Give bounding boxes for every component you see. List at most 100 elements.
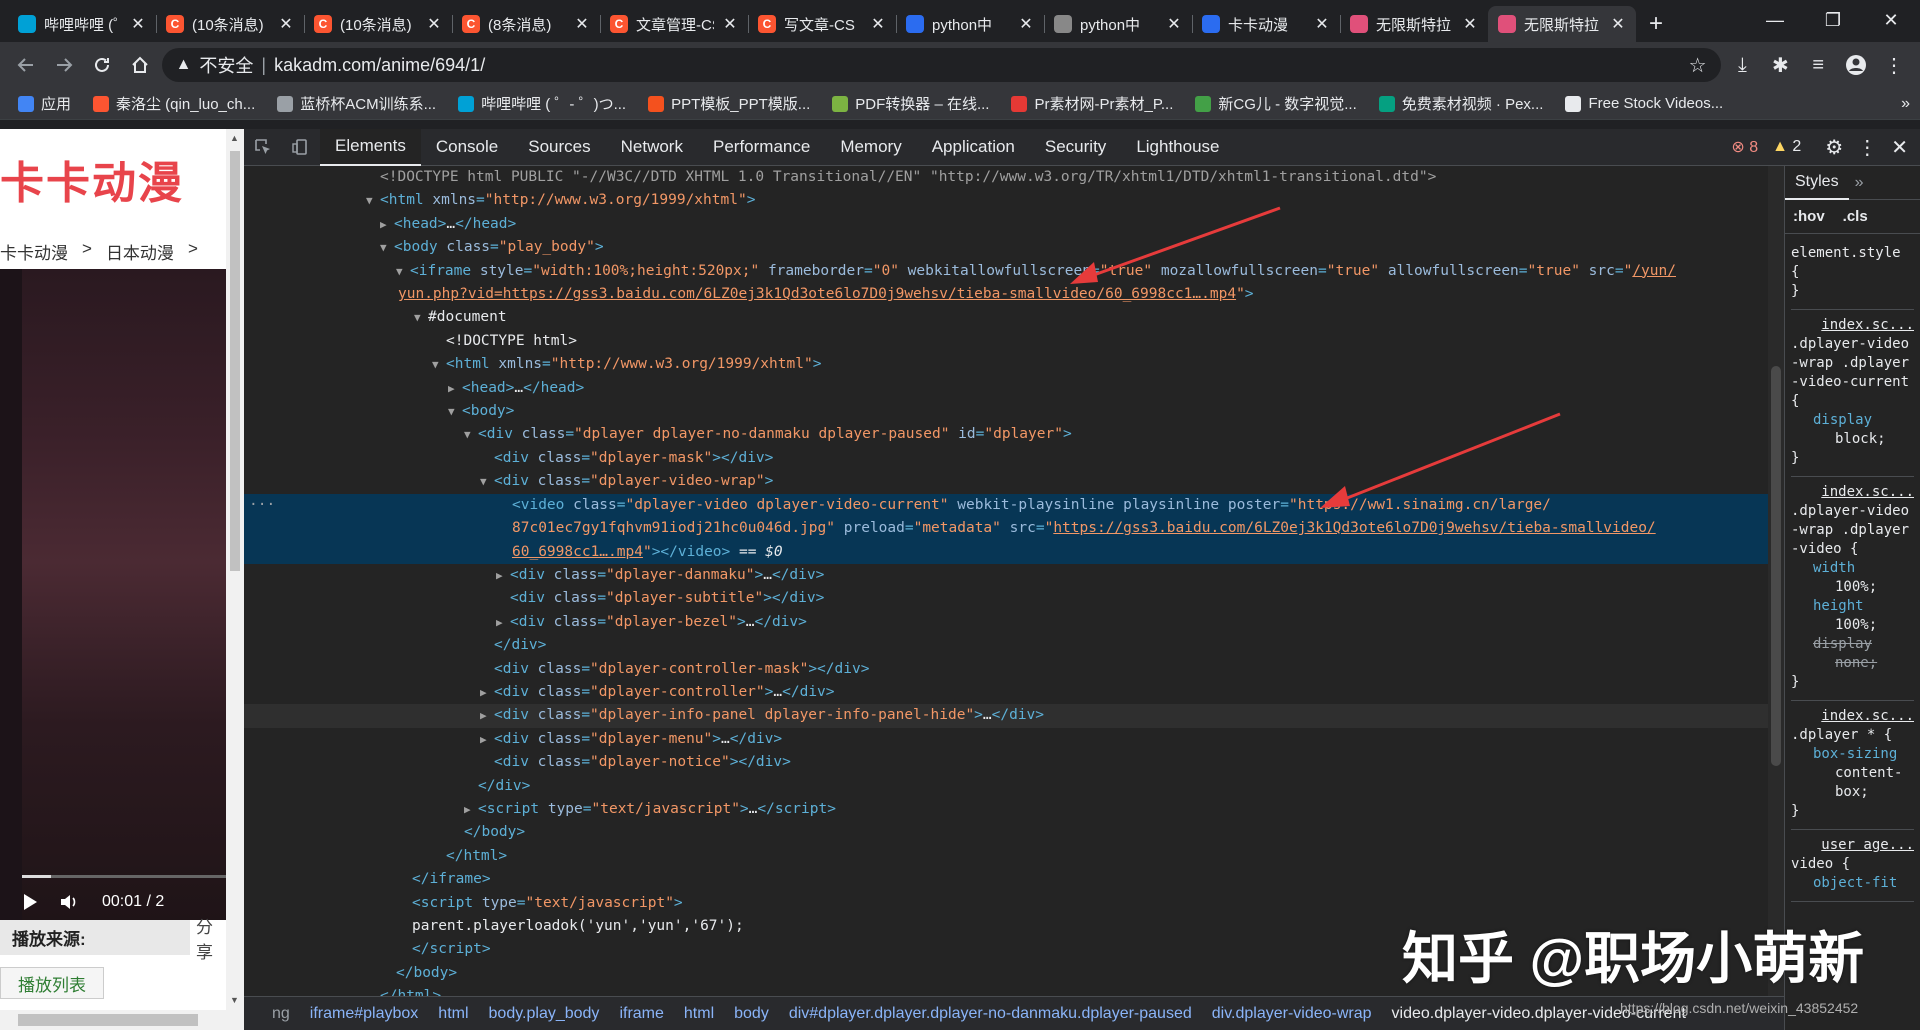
warning-counter[interactable]: ▲ 2 — [1772, 138, 1801, 156]
dom-node[interactable]: ▶ <head>…</head> — [244, 213, 1768, 236]
dom-node[interactable]: ▼ <html xmlns="http://www.w3.org/1999/xht… — [244, 353, 1768, 376]
devtools-tab-console[interactable]: Console — [421, 129, 513, 166]
bookmark-star-icon[interactable]: ☆ — [1689, 53, 1707, 78]
collapse-triangle-icon[interactable]: ▶ — [480, 704, 494, 727]
new-tab-button[interactable]: + — [1636, 6, 1676, 42]
scroll-down-icon[interactable]: ▼ — [230, 995, 239, 1005]
css-value[interactable]: none; — [1791, 654, 1914, 673]
dom-node[interactable]: <div class="dplayer-notice"></div> — [244, 751, 1768, 774]
minimize-button[interactable]: — — [1746, 0, 1804, 40]
tab-close-icon[interactable]: ✕ — [1610, 14, 1626, 34]
dom-breadcrumb-item[interactable]: iframe#playbox — [310, 1005, 419, 1023]
video-frame[interactable] — [22, 269, 226, 921]
expand-triangle-icon[interactable]: ▼ — [448, 400, 462, 423]
bookmark-item[interactable]: 免费素材视频 · Pex... — [1371, 93, 1552, 114]
reading-list-icon[interactable]: ≡ — [1802, 48, 1834, 82]
bookmark-item[interactable]: PDF转换器 – 在线... — [824, 93, 997, 114]
devtools-tab-application[interactable]: Application — [917, 129, 1030, 166]
dom-node[interactable]: ▶ <div class="dplayer-controller">…</div> — [244, 681, 1768, 704]
page-vertical-scrollbar[interactable]: ▲ ▼ — [226, 129, 244, 1010]
address-bar[interactable]: ▲ 不安全 | kakadm.com/anime/694/1/ ☆ — [161, 48, 1721, 82]
dom-breadcrumb-item[interactable]: iframe — [619, 1005, 663, 1023]
selected-dom-node[interactable]: ··· <video class="dplayer-video dplayer-v… — [244, 493, 1768, 518]
browser-tab[interactable]: 无限斯特拉 ✕ — [1340, 6, 1488, 42]
css-property[interactable]: display — [1791, 411, 1914, 430]
devtools-tab-sources[interactable]: Sources — [513, 129, 605, 166]
bookmark-item[interactable]: PPT模板_PPT模版... — [640, 93, 818, 114]
css-property[interactable]: box-sizing — [1791, 745, 1914, 764]
browser-tab[interactable]: C (10条消息) ✕ — [304, 6, 452, 42]
settings-gear-icon[interactable]: ⚙ — [1825, 135, 1843, 160]
style-rule[interactable]: index.sc... .dplayer-video-wrap .dplayer-… — [1791, 310, 1914, 477]
dom-node[interactable]: ▶ <div class="dplayer-info-panel dplayer-… — [244, 704, 1768, 728]
back-button[interactable] — [10, 48, 42, 82]
error-counter[interactable]: ⊗ 8 — [1731, 137, 1758, 157]
devtools-tab-network[interactable]: Network — [606, 129, 698, 166]
browser-tab[interactable]: python中 ✕ — [1044, 6, 1192, 42]
close-window-button[interactable]: ✕ — [1862, 0, 1920, 40]
expand-triangle-icon[interactable]: ▼ — [366, 189, 380, 212]
dom-breadcrumb-item[interactable]: body.play_body — [489, 1005, 600, 1023]
bookmark-item[interactable]: 新CG儿 - 数字视觉... — [1187, 93, 1364, 114]
css-value[interactable]: 100%; — [1791, 616, 1914, 635]
dom-breadcrumb-item[interactable]: html — [684, 1005, 714, 1023]
dom-breadcrumb-item[interactable]: html — [438, 1005, 468, 1023]
rule-source-link[interactable]: index.sc... — [1791, 483, 1914, 502]
bookmark-item[interactable]: Free Stock Videos... — [1557, 95, 1731, 112]
css-property[interactable]: display — [1791, 635, 1914, 654]
tab-close-icon[interactable]: ✕ — [1314, 14, 1330, 34]
dom-breadcrumb-item[interactable]: div#dplayer.dplayer.dplayer-no-danmaku.d… — [789, 1005, 1192, 1023]
bookmark-item[interactable]: 秦洛尘 (qin_luo_ch... — [85, 93, 263, 114]
bookmark-item[interactable]: 哔哩哔哩 ( ゜- ゜)つ... — [450, 93, 634, 114]
tab-close-icon[interactable]: ✕ — [1018, 14, 1034, 34]
scrollbar-thumb[interactable] — [1771, 366, 1781, 766]
selected-dom-node-continuation[interactable]: 87c01ec7gy1fqhvm91iodj21hc0u046d.jpg" pr… — [244, 517, 1768, 541]
collapse-triangle-icon[interactable]: ▶ — [380, 213, 394, 236]
browser-tab[interactable]: C 写文章-CS ✕ — [748, 6, 896, 42]
scroll-up-icon[interactable]: ▲ — [230, 133, 239, 143]
dom-node[interactable]: ▼ <html xmlns="http://www.w3.org/1999/xht… — [244, 189, 1768, 212]
scrollbar-thumb[interactable] — [18, 1014, 198, 1026]
browser-tab[interactable]: 卡卡动漫 ✕ — [1192, 6, 1340, 42]
home-button[interactable] — [124, 48, 156, 82]
style-rule[interactable]: index.sc... .dplayer-video-wrap .dplayer-… — [1791, 477, 1914, 701]
css-value[interactable]: content-box; — [1791, 764, 1914, 802]
dom-node[interactable]: ▶ <div class="dplayer-danmaku">…</div> — [244, 564, 1768, 587]
expand-triangle-icon[interactable]: ▼ — [464, 423, 478, 446]
dom-node[interactable]: </iframe> — [244, 868, 1768, 891]
forward-button[interactable] — [48, 48, 80, 82]
dom-node[interactable]: ▼ #document — [244, 306, 1768, 329]
dom-tree-scrollbar[interactable] — [1768, 166, 1784, 996]
collapse-triangle-icon[interactable]: ▶ — [448, 377, 462, 400]
dom-node[interactable]: </body> — [244, 821, 1768, 844]
dom-node[interactable]: ▼ <body class="play_body"> — [244, 236, 1768, 259]
tab-close-icon[interactable]: ✕ — [278, 14, 294, 34]
volume-icon[interactable] — [60, 893, 80, 911]
dom-node[interactable]: ▶ <div class="dplayer-bezel">…</div> — [244, 611, 1768, 634]
browser-tab[interactable]: C 文章管理-CS ✕ — [600, 6, 748, 42]
bookmark-item[interactable]: Pr素材网-Pr素材_P... — [1003, 93, 1181, 114]
dom-node[interactable]: ▶ <head>…</head> — [244, 377, 1768, 400]
devtools-tab-memory[interactable]: Memory — [825, 129, 916, 166]
dom-node[interactable]: <div class="dplayer-controller-mask"></d… — [244, 658, 1768, 681]
close-devtools-icon[interactable]: ✕ — [1891, 135, 1908, 160]
dom-node[interactable]: </html> — [244, 845, 1768, 868]
style-rule[interactable]: element.style {} — [1791, 238, 1914, 310]
site-logo-text[interactable]: 卡卡动漫 — [0, 147, 226, 211]
dom-breadcrumb-item[interactable]: body — [734, 1005, 769, 1023]
dom-node[interactable]: <div class="dplayer-subtitle"></div> — [244, 587, 1768, 610]
tab-close-icon[interactable]: ✕ — [426, 14, 442, 34]
collapse-triangle-icon[interactable]: ▶ — [496, 611, 510, 634]
tab-close-icon[interactable]: ✕ — [1166, 14, 1182, 34]
playlist-tab[interactable]: 播放列表 — [0, 967, 104, 999]
tab-styles[interactable]: Styles — [1785, 166, 1849, 200]
browser-tab[interactable]: C (10条消息) ✕ — [156, 6, 304, 42]
url-text[interactable]: kakadm.com/anime/694/1/ — [274, 55, 1680, 76]
rule-source-link[interactable]: index.sc... — [1791, 316, 1914, 335]
collapse-triangle-icon[interactable]: ▶ — [480, 681, 494, 704]
dom-node[interactable]: ▼ <div class="dplayer-video-wrap"> — [244, 470, 1768, 493]
dom-breadcrumb-item[interactable]: div.dplayer-video-wrap — [1212, 1005, 1372, 1023]
dom-node[interactable]: ▼ <div class="dplayer dplayer-no-danmaku … — [244, 423, 1768, 446]
more-tabs-icon[interactable]: » — [1849, 174, 1864, 192]
css-value[interactable]: 100%; — [1791, 578, 1914, 597]
